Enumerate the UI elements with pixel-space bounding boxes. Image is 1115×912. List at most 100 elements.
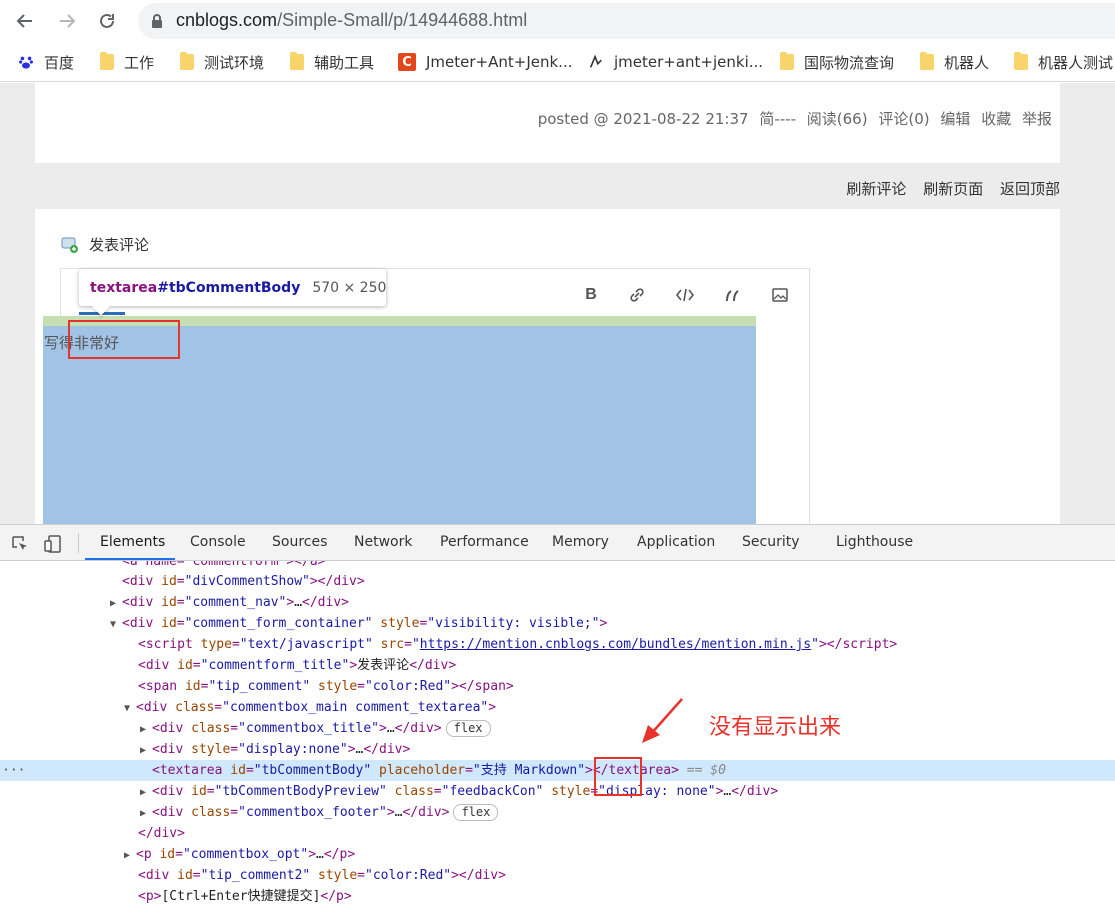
refresh-page-link[interactable]: 刷新页面 [923,180,983,198]
tab-lighthouse[interactable]: Lighthouse [836,534,913,550]
expand-triangle-icon[interactable]: ▶ [140,719,152,740]
dom-line[interactable]: <div id="commentform_title">发表评论</div> [0,655,1115,676]
tab-application[interactable]: Application [637,534,715,550]
annotation-arrow-icon [642,698,683,743]
dom-line[interactable]: ▼ <div id="comment_form_container" style=… [0,613,1115,634]
post-favorite-link[interactable]: 收藏 [981,110,1011,128]
attr-value: divCommentShow [192,574,303,589]
link-button[interactable] [627,285,647,305]
dom-line[interactable]: ▶ <div class="commentbox_title">…</div> fl… [0,718,1115,739]
dom-line[interactable]: </div> [0,823,1115,844]
reload-icon [100,13,114,28]
node-text: [Ctrl+Enter快捷键提交] [161,889,321,904]
tab-security[interactable]: Security [742,534,800,550]
quote-button[interactable] [723,285,743,305]
post-author-link[interactable]: 简---- [759,110,796,128]
dom-line[interactable]: <script type="text/javascript" src="http… [0,634,1115,655]
post-reads-link[interactable]: 阅读(66) [807,110,868,128]
more-options-icon[interactable]: ··· [2,760,25,781]
post-comments-link[interactable]: 评论(0) [878,110,929,128]
bookmark-jmeter-csdn[interactable]: C Jmeter+Ant+Jenk... [398,51,572,73]
dom-line[interactable]: ▶ <div id="tbCommentBodyPreview" class="f… [0,781,1115,802]
url-host: cnblogs.com [176,10,278,30]
post-edit-link[interactable]: 编辑 [940,110,970,128]
comment-add-icon [61,237,78,253]
expand-triangle-icon[interactable]: ▶ [140,803,152,824]
folder-icon [100,52,114,70]
dom-line-selected[interactable]: ··· <textarea id="tbCommentBody" placehol… [0,760,1115,781]
csdn-icon: C [398,53,416,71]
tab-network[interactable]: Network [354,534,412,550]
bookmark-work[interactable]: 工作 [100,51,154,73]
bookmark-jmeter-site[interactable]: jmeter+ant+jenki... [588,51,763,73]
flex-badge[interactable]: flex [453,804,499,821]
quote-icon [726,290,739,302]
annotation-box-textarea [68,320,180,359]
link-icon [630,288,644,302]
collapse-triangle-icon[interactable]: ▼ [124,698,136,719]
expand-triangle-icon[interactable]: ▶ [140,740,152,761]
url-text[interactable]: cnblogs.com/Simple-Small/p/14944688.html [176,10,527,31]
dom-line[interactable]: <p>[Ctrl+Enter快捷键提交]</p> [0,886,1115,907]
device-toolbar-icon[interactable] [43,534,63,554]
attr-value: commentbox_opt [190,847,301,862]
bookmark-label: 国际物流查询 [804,53,895,72]
refresh-comments-link[interactable]: 刷新评论 [846,180,906,198]
folder-icon [180,52,194,70]
tooltip-tag: textarea [90,279,158,296]
bookmark-robot-test[interactable]: 机器人测试 [1014,51,1113,73]
dom-line[interactable]: ▶ <p id="commentbox_opt">…</p> [0,844,1115,865]
attr-value: commentbox_title [245,721,372,736]
post-footer: posted @ 2021-08-22 21:37 简---- 阅读(66) 评… [35,83,1060,163]
tab-elements[interactable]: Elements [100,534,165,550]
code-icon [675,288,695,302]
expand-triangle-icon[interactable]: ▶ [140,782,152,803]
arrow-right-icon [60,14,76,28]
tab-sources[interactable]: Sources [272,534,327,550]
annotation-box-closing-tag [594,757,642,796]
back-button[interactable] [12,8,38,34]
expand-triangle-icon[interactable]: ▶ [110,593,122,614]
bookmark-label: 机器人 [944,53,990,72]
post-report-link[interactable]: 举报 [1022,110,1052,128]
image-button[interactable] [770,285,790,305]
address-bar[interactable]: cnblogs.com/Simple-Small/p/14944688.html [138,3,1115,39]
collapse-triangle-icon[interactable]: ▼ [110,614,122,635]
dom-line[interactable]: <div id="tip_comment2" style="color:Red"… [0,865,1115,886]
tab-performance[interactable]: Performance [440,534,529,550]
attr-value: tip_comment [216,679,303,694]
dom-line[interactable]: <span id="tip_comment" style="color:Red"… [0,676,1115,697]
bookmark-robot[interactable]: 机器人 [920,51,989,73]
attr-value: visibility: visible; [435,616,592,631]
lock-icon[interactable] [150,13,164,29]
dom-ref: == $0 [686,763,726,778]
bookmark-logistics[interactable]: 国际物流查询 [780,51,894,73]
attr-value: comment_nav [192,595,279,610]
script-src-link[interactable]: https://mention.cnblogs.com/bundles/ment… [420,637,811,652]
expand-triangle-icon[interactable]: ▶ [124,845,136,866]
folder-icon [1014,52,1028,70]
dom-line[interactable]: ▶ <div style="display:none">…</div> [0,739,1115,760]
attr-value: feedbackCon [449,784,536,799]
back-to-top-link[interactable]: 返回顶部 [1000,180,1060,198]
code-button[interactable] [675,285,695,305]
reload-button[interactable] [94,8,120,34]
active-tab-indicator [85,558,175,560]
bookmark-label: 百度 [44,53,75,72]
tab-console[interactable]: Console [190,534,246,550]
tab-memory[interactable]: Memory [552,534,609,550]
forward-button[interactable] [54,8,80,34]
bold-button[interactable]: B [581,285,601,305]
inspect-element-icon[interactable] [10,534,30,554]
dom-line[interactable]: <div id="divCommentShow"></div> [0,571,1115,592]
dom-line[interactable]: ▶ <div id="comment_nav">…</div> [0,592,1115,613]
flex-badge[interactable]: flex [445,720,491,737]
dom-line[interactable]: ▼ <div class="commentbox_main comment_tex… [0,697,1115,718]
bookmark-test-env[interactable]: 测试环境 [180,51,264,73]
dom-line[interactable]: ▶ <div class="commentbox_footer">…</div> f… [0,802,1115,823]
bookmark-tools[interactable]: 辅助工具 [290,51,374,73]
bookmark-baidu[interactable]: 百度 [18,51,74,73]
bookmark-label: 测试环境 [204,53,265,72]
post-date: posted @ 2021-08-22 21:37 [537,110,749,128]
attr-value: commentbox_main comment_textarea [229,700,481,715]
